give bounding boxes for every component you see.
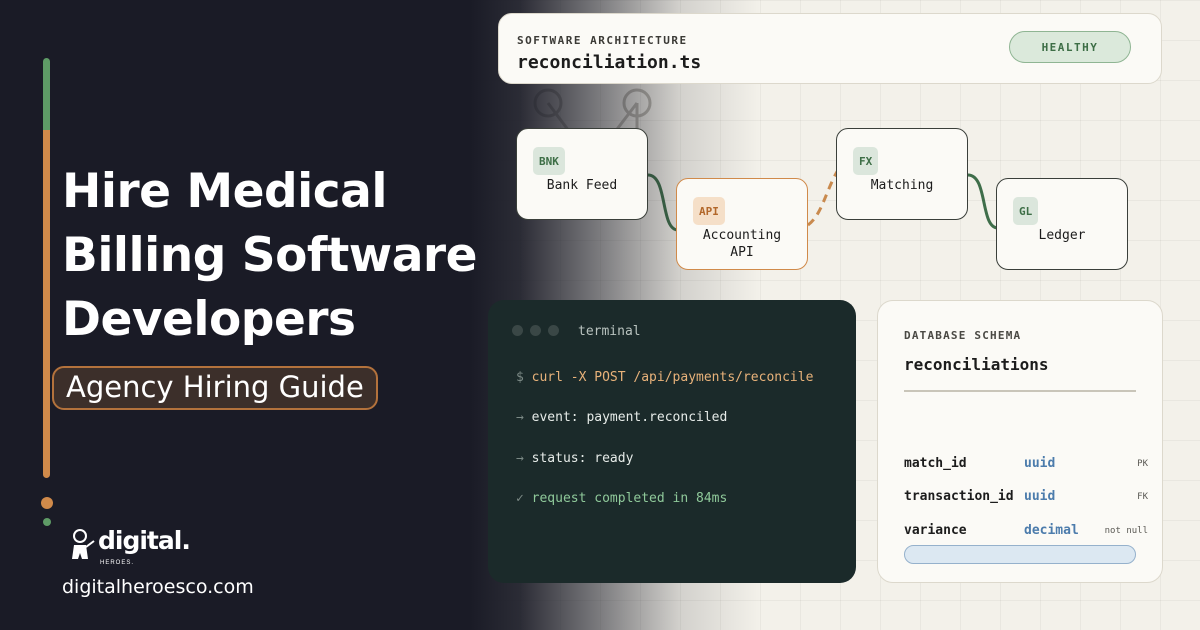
column-name: transaction_id <box>904 489 1014 504</box>
brand-sub: HEROES. <box>100 560 135 566</box>
schema-divider <box>904 390 1136 392</box>
headline-line-1: Hire Medical <box>62 164 387 219</box>
schema-highlight-bar <box>904 545 1136 564</box>
column-name: match_id <box>904 456 967 471</box>
accent-dot-green <box>43 518 51 526</box>
column-type: decimal <box>1024 523 1079 538</box>
header-eyebrow: SOFTWARE ARCHITECTURE <box>517 34 688 47</box>
node-accounting-api[interactable]: API Accounting API <box>676 178 808 270</box>
column-name: variance <box>904 523 967 538</box>
terminal-line: → event: payment.reconciled <box>516 410 727 425</box>
node-tag: BNK <box>533 147 565 175</box>
terminal-output: status: ready <box>531 451 634 466</box>
accent-bar-orange <box>43 130 50 478</box>
column-constraint: FK <box>1137 492 1148 502</box>
schema-row: variance decimal not null <box>904 523 1148 543</box>
column-constraint: not null <box>1104 526 1148 536</box>
brand-name: digital. <box>98 526 191 555</box>
node-tag: FX <box>853 147 879 175</box>
terminal-title: terminal <box>578 324 641 339</box>
node-label-line-2: API <box>730 245 754 260</box>
column-type: uuid <box>1024 456 1056 471</box>
node-label: Accounting API <box>677 227 807 261</box>
architecture-header-card: SOFTWARE ARCHITECTURE reconciliation.ts … <box>498 13 1162 84</box>
terminal-line: $ curl -X POST /api/payments/reconcile <box>516 370 813 385</box>
arrow-right-icon: → <box>516 451 524 466</box>
terminal-line: → status: ready <box>516 451 633 466</box>
node-label: Matching <box>870 178 934 193</box>
node-label: Bank Feed <box>546 178 618 193</box>
node-bank-feed[interactable]: BNK Bank Feed <box>516 128 648 220</box>
column-type: uuid <box>1024 489 1056 504</box>
schema-row: match_id uuid PK <box>904 456 1148 476</box>
column-constraint: PK <box>1137 459 1148 469</box>
website-link[interactable]: digitalheroesco.com <box>62 576 254 598</box>
schema-row: transaction_id uuid FK <box>904 489 1148 509</box>
terminal-output: event: payment.reconciled <box>531 410 728 425</box>
node-ledger[interactable]: GL Ledger <box>996 178 1128 270</box>
headline-line-2: Billing Software <box>62 228 477 283</box>
window-dot-icon <box>548 325 559 336</box>
schema-eyebrow: DATABASE SCHEMA <box>904 329 1022 342</box>
headline-line-3: Developers <box>62 292 356 347</box>
terminal-line: ✓ request completed in 84ms <box>516 491 727 506</box>
node-label-line-1: Accounting <box>702 228 782 243</box>
database-schema-card: DATABASE SCHEMA reconciliations match_id… <box>877 300 1163 583</box>
subtitle-pill: Agency Hiring Guide <box>52 366 378 410</box>
terminal-success: request completed in 84ms <box>531 491 728 506</box>
terminal-command: curl -X POST /api/payments/reconcile <box>531 370 814 385</box>
accent-dot-orange <box>41 497 53 509</box>
check-icon: ✓ <box>516 491 524 506</box>
node-label: Ledger <box>1038 228 1086 243</box>
node-matching[interactable]: FX Matching <box>836 128 968 220</box>
header-file-name: reconciliation.ts <box>517 52 702 73</box>
window-dot-icon <box>530 325 541 336</box>
accent-bar-green <box>43 58 50 130</box>
window-dot-icon <box>512 325 523 336</box>
terminal-prompt: $ <box>516 370 524 385</box>
node-tag: API <box>693 197 725 225</box>
node-tag: GL <box>1013 197 1039 225</box>
status-badge: HEALTHY <box>1009 31 1131 63</box>
terminal-window: terminal $ curl -X POST /api/payments/re… <box>488 300 856 583</box>
page-headline: Hire Medical Billing Software Developers <box>62 160 502 352</box>
schema-table-name: reconciliations <box>904 355 1049 374</box>
arrow-right-icon: → <box>516 410 524 425</box>
hero-mascot-icon <box>72 529 95 559</box>
